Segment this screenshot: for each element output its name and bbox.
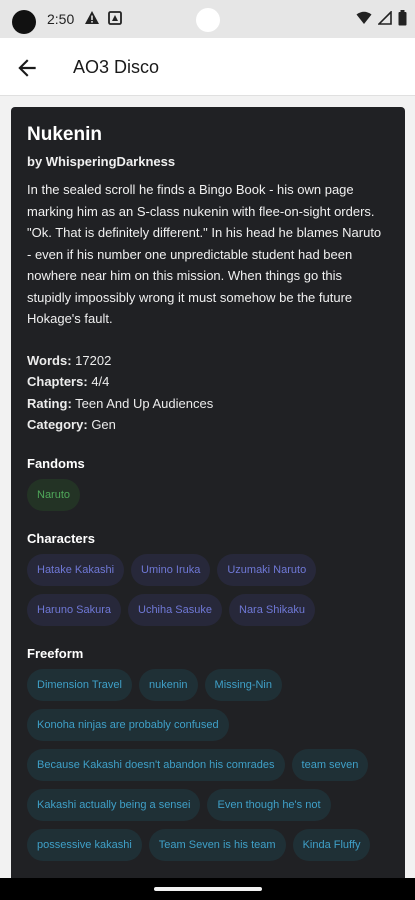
app-bar: AO3 Disco — [0, 38, 415, 96]
character-tag[interactable]: Nara Shikaku — [229, 593, 316, 626]
freeform-tag[interactable]: Even though he's not — [207, 788, 331, 821]
freeform-tag[interactable]: Kinda Fluffy — [292, 828, 371, 861]
work-summary: In the sealed scroll he finds a Bingo Bo… — [27, 182, 382, 326]
stat-chapters: Chapters: 4/4 — [27, 374, 110, 389]
stat-category: Category: Gen — [27, 417, 116, 432]
stat-words: Words: 17202 — [27, 352, 112, 368]
freeform-tag[interactable]: nukenin — [138, 668, 198, 701]
system-nav-bar — [0, 878, 415, 900]
notification-icon — [108, 11, 122, 25]
app-title: AO3 Disco — [73, 57, 160, 77]
signal-icon — [378, 11, 392, 25]
content-scroll[interactable]: Nukenin by WhisperingDarkness In the sea… — [0, 96, 415, 878]
freeform-tag[interactable]: Team Seven is his team — [148, 828, 286, 861]
freeform-tags: Dimension Travel nukenin Missing-Nin Kon… — [27, 668, 389, 861]
fandoms-heading: Fandoms — [27, 455, 85, 471]
character-tag[interactable]: Umino Iruka — [131, 553, 211, 586]
freeform-tag[interactable]: possessive kakashi — [27, 828, 142, 861]
freeform-tag[interactable]: Kakashi actually being a sensei — [27, 788, 201, 821]
battery-icon — [398, 10, 407, 26]
characters-heading: Characters — [27, 530, 95, 546]
camera-cutout — [12, 10, 36, 34]
fandom-tags: Naruto — [27, 478, 389, 511]
character-tag[interactable]: Haruno Sakura — [27, 593, 121, 626]
status-bar: 2:50 — [0, 0, 415, 38]
status-icons-right — [356, 10, 407, 26]
wifi-icon — [356, 11, 372, 24]
freeform-tag[interactable]: team seven — [291, 748, 369, 781]
work-author[interactable]: by WhisperingDarkness — [27, 154, 389, 169]
work-title: Nukenin — [27, 124, 102, 145]
freeform-tag[interactable]: Konoha ninjas are probably confused — [27, 708, 229, 741]
character-tags: Hatake Kakashi Umino Iruka Uzumaki Narut… — [27, 553, 389, 626]
status-time: 2:50 — [47, 11, 75, 27]
stat-rating: Rating: Teen And Up Audiences — [27, 395, 214, 411]
front-camera — [196, 8, 220, 32]
fandom-tag[interactable]: Naruto — [27, 478, 81, 511]
character-tag[interactable]: Hatake Kakashi — [27, 553, 125, 586]
arrow-left-icon[interactable] — [14, 55, 40, 81]
freeform-tag[interactable]: Missing-Nin — [204, 668, 282, 701]
work-card: Nukenin by WhisperingDarkness In the sea… — [11, 107, 405, 878]
freeform-heading: Freeform — [27, 645, 84, 661]
character-tag[interactable]: Uzumaki Naruto — [217, 553, 317, 586]
freeform-tag[interactable]: Dimension Travel — [27, 668, 132, 701]
home-gesture-handle[interactable] — [154, 887, 262, 891]
warning-icon — [85, 11, 99, 24]
character-tag[interactable]: Uchiha Sasuke — [128, 593, 222, 626]
freeform-tag[interactable]: Because Kakashi doesn't abandon his comr… — [27, 748, 285, 781]
work-stats: Words: 17202 Chapters: 4/4 Rating: Teen … — [27, 350, 389, 436]
